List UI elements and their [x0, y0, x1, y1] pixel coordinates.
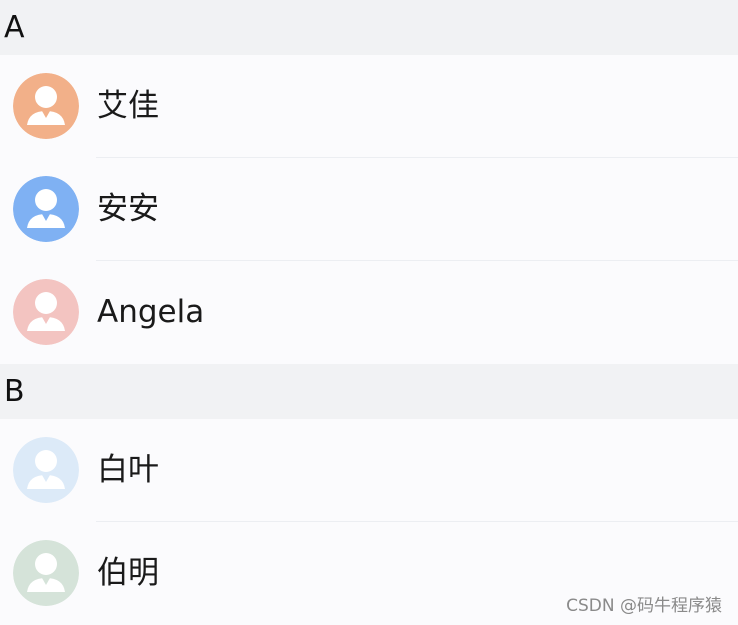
- avatar-icon: [13, 176, 79, 242]
- avatar-icon: [13, 73, 79, 139]
- section-header-a: A: [0, 0, 738, 55]
- avatar-icon: [13, 279, 79, 345]
- avatar-icon: [13, 437, 79, 503]
- contact-name: 伯明: [97, 555, 159, 591]
- section-header-b: B: [0, 364, 738, 419]
- contact-row[interactable]: 艾佳: [0, 55, 738, 158]
- contact-name: 白叶: [97, 452, 159, 488]
- contact-name: 艾佳: [97, 88, 159, 124]
- contact-name: 安安: [97, 191, 159, 227]
- section-letter: A: [4, 10, 25, 45]
- avatar-icon: [13, 540, 79, 606]
- contact-row[interactable]: 白叶: [0, 419, 738, 522]
- contact-row[interactable]: 安安: [0, 158, 738, 261]
- contact-row[interactable]: Angela: [0, 261, 738, 364]
- section-letter: B: [4, 374, 25, 409]
- contact-name: Angela: [97, 294, 205, 330]
- watermark-text: CSDN @码牛程序猿: [566, 596, 722, 616]
